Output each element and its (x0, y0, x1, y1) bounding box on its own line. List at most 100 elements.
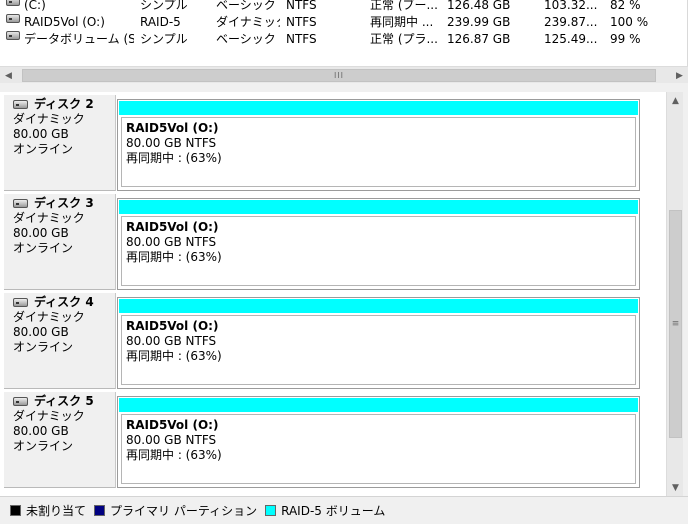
scroll-right-button[interactable]: ▶ (671, 67, 688, 84)
volume-name: データボリューム (S:) (24, 32, 134, 46)
partition-info[interactable]: RAID5Vol (O:) 80.00 GB NTFS 再同期中 : (63%) (121, 117, 636, 187)
disk-state: オンライン (13, 142, 74, 156)
partition-status: 再同期中 : (63%) (126, 250, 222, 264)
disk-map: ディスク 2 ダイナミック 80.00 GB オンライン RAID5Vol (O… (0, 92, 666, 496)
volume-row[interactable]: RAID5Vol (O:) RAID-5 ダイナミック NTFS 再同期中 ..… (0, 14, 687, 31)
partition-name: RAID5Vol (O:) (126, 220, 219, 234)
volume-filesystem: NTFS (286, 15, 317, 29)
disk-kind: ダイナミック (13, 211, 85, 225)
volume-layout: シンプル (140, 0, 188, 12)
scroll-down-button[interactable]: ▼ (667, 479, 684, 496)
disk-state: オンライン (13, 241, 74, 255)
volume-free-space: 125.49... (544, 32, 598, 46)
legend: 未割り当て プライマリ パーティション RAID-5 ボリューム (0, 496, 688, 524)
disk-size: 80.00 GB (13, 325, 69, 339)
partition-status: 再同期中 : (63%) (126, 151, 222, 165)
volume-filesystem: NTFS (286, 0, 317, 12)
grip-icon: ≡ (671, 319, 680, 329)
volume-type: ベーシック (216, 32, 276, 46)
disk-state: オンライン (13, 340, 74, 354)
volume-name: RAID5Vol (O:) (24, 15, 105, 29)
disk-drive-icon (13, 298, 28, 307)
vertical-scrollbar[interactable]: ▲ ≡ ▼ (666, 92, 683, 496)
disk-drive-icon (13, 397, 28, 406)
volume-capacity: 239.99 GB (447, 15, 511, 29)
volume-status: 正常 (ブー... (370, 0, 438, 12)
volume-free-percent: 99 % (610, 32, 641, 46)
disk-label[interactable]: ディスク 5 ダイナミック 80.00 GB オンライン (4, 392, 116, 488)
partition-block[interactable]: RAID5Vol (O:) 80.00 GB NTFS 再同期中 : (63%) (117, 396, 640, 488)
partition-size-fs: 80.00 GB NTFS (126, 334, 217, 348)
horizontal-scroll-thumb[interactable]: III (22, 69, 656, 82)
legend-item-unallocated: 未割り当て (10, 502, 86, 519)
pane-splitter[interactable] (0, 83, 688, 92)
disk-label[interactable]: ディスク 4 ダイナミック 80.00 GB オンライン (4, 293, 116, 389)
legend-item-raid5-volume: RAID-5 ボリューム (265, 502, 385, 519)
partition-info[interactable]: RAID5Vol (O:) 80.00 GB NTFS 再同期中 : (63%) (121, 414, 636, 484)
disk-title: ディスク 2 (34, 97, 94, 111)
volume-layout: RAID-5 (140, 15, 181, 29)
disk-title: ディスク 5 (34, 394, 94, 408)
disk-row: ディスク 3 ダイナミック 80.00 GB オンライン RAID5Vol (O… (0, 191, 666, 290)
disk-row: ディスク 5 ダイナミック 80.00 GB オンライン RAID5Vol (O… (0, 389, 666, 488)
disk-row: ディスク 2 ダイナミック 80.00 GB オンライン RAID5Vol (O… (0, 92, 666, 191)
disk-kind: ダイナミック (13, 310, 85, 324)
volume-capacity: 126.87 GB (447, 32, 511, 46)
disk-size: 80.00 GB (13, 226, 69, 240)
volume-filesystem: NTFS (286, 32, 317, 46)
raid5-volume-bar (119, 101, 638, 115)
disk-title: ディスク 4 (34, 295, 94, 309)
volume-drive-icon (6, 31, 20, 40)
volume-layout: シンプル (140, 32, 188, 46)
horizontal-scrollbar[interactable]: ◀ III ▶ (0, 66, 688, 83)
partition-block[interactable]: RAID5Vol (O:) 80.00 GB NTFS 再同期中 : (63%) (117, 99, 640, 191)
legend-item-primary-partition: プライマリ パーティション (94, 502, 257, 519)
scroll-left-button[interactable]: ◀ (0, 67, 17, 84)
partition-size-fs: 80.00 GB NTFS (126, 235, 217, 249)
disk-size: 80.00 GB (13, 424, 69, 438)
volume-capacity: 126.48 GB (447, 0, 511, 12)
volume-list[interactable]: (C:) シンプル ベーシック NTFS 正常 (ブー... 126.48 GB… (0, 0, 688, 66)
partition-status: 再同期中 : (63%) (126, 448, 222, 462)
volume-free-percent: 82 % (610, 0, 641, 12)
volume-drive-icon (6, 14, 20, 23)
legend-label: RAID-5 ボリューム (281, 504, 386, 518)
partition-info[interactable]: RAID5Vol (O:) 80.00 GB NTFS 再同期中 : (63%) (121, 216, 636, 286)
volume-free-space: 103.32... (544, 0, 598, 12)
partition-block[interactable]: RAID5Vol (O:) 80.00 GB NTFS 再同期中 : (63%) (117, 297, 640, 389)
legend-label: 未割り当て (26, 504, 87, 518)
volume-row[interactable]: (C:) シンプル ベーシック NTFS 正常 (ブー... 126.48 GB… (0, 0, 687, 14)
partition-status: 再同期中 : (63%) (126, 349, 222, 363)
partition-name: RAID5Vol (O:) (126, 121, 219, 135)
disk-label[interactable]: ディスク 3 ダイナミック 80.00 GB オンライン (4, 194, 116, 290)
disk-title: ディスク 3 (34, 196, 94, 210)
legend-swatch (265, 505, 277, 516)
volume-row[interactable]: データボリューム (S:) シンプル ベーシック NTFS 正常 (プラ... … (0, 31, 687, 48)
volume-drive-icon (6, 0, 20, 6)
partition-block[interactable]: RAID5Vol (O:) 80.00 GB NTFS 再同期中 : (63%) (117, 198, 640, 290)
raid5-volume-bar (119, 299, 638, 313)
disk-row: ディスク 4 ダイナミック 80.00 GB オンライン RAID5Vol (O… (0, 290, 666, 389)
volume-status: 再同期中 ... (370, 15, 434, 29)
partition-name: RAID5Vol (O:) (126, 418, 219, 432)
scroll-up-button[interactable]: ▲ (667, 92, 684, 109)
disk-label[interactable]: ディスク 2 ダイナミック 80.00 GB オンライン (4, 95, 116, 191)
legend-swatch (94, 505, 106, 516)
partition-info[interactable]: RAID5Vol (O:) 80.00 GB NTFS 再同期中 : (63%) (121, 315, 636, 385)
disk-size: 80.00 GB (13, 127, 69, 141)
partition-size-fs: 80.00 GB NTFS (126, 136, 217, 150)
disk-drive-icon (13, 199, 28, 208)
partition-name: RAID5Vol (O:) (126, 319, 219, 333)
grip-icon: III (333, 71, 345, 80)
volume-type: ダイナミック (216, 15, 280, 29)
volume-status: 正常 (プラ... (370, 32, 438, 46)
volume-free-space: 239.87... (544, 15, 598, 29)
partition-size-fs: 80.00 GB NTFS (126, 433, 217, 447)
disk-kind: ダイナミック (13, 112, 85, 126)
legend-swatch (10, 505, 21, 516)
volume-name: (C:) (24, 0, 46, 12)
disk-drive-icon (13, 100, 28, 109)
volume-free-percent: 100 % (610, 15, 649, 29)
vertical-scroll-thumb[interactable]: ≡ (669, 210, 682, 438)
raid5-volume-bar (119, 200, 638, 214)
